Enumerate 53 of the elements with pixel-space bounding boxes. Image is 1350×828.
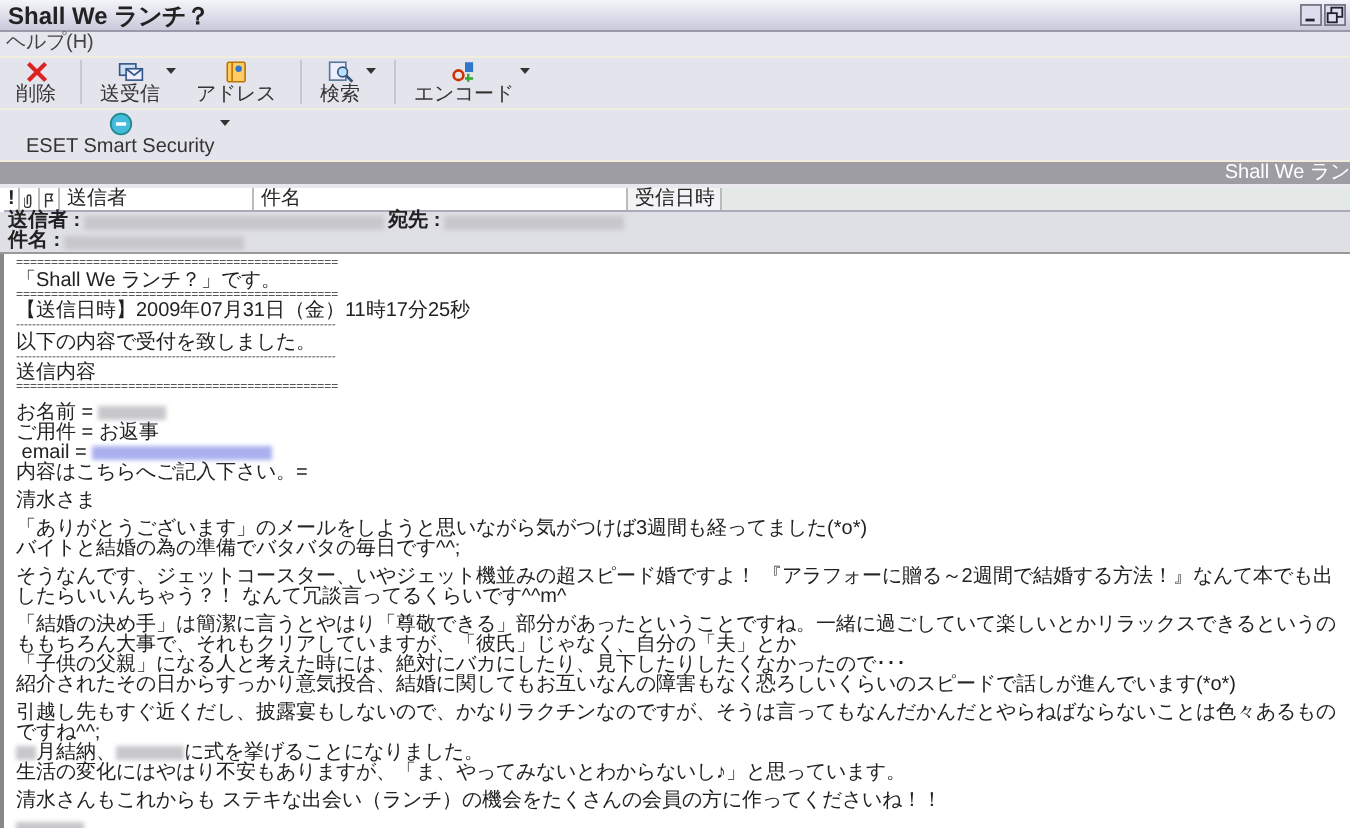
body-text: 月結納、 bbox=[36, 743, 116, 763]
header-label: 件名 : bbox=[8, 232, 61, 252]
redacted-text bbox=[16, 746, 36, 760]
paperclip-icon bbox=[24, 191, 35, 207]
caret-icon[interactable] bbox=[366, 68, 376, 74]
toolbar-button[interactable]: 送受信 bbox=[90, 60, 186, 106]
toolbar-button[interactable]: エンコード bbox=[404, 60, 540, 106]
body-text: 紹介されたその日からすっかり意気投合、結婚に関してもお互いなんの障害もなく恐ろしいくらいのスピードで話しが進んでいます(*o*) bbox=[16, 673, 1237, 695]
column-header[interactable] bbox=[20, 188, 41, 210]
toolbar-button[interactable]: アドレス bbox=[186, 60, 292, 106]
close-icon bbox=[23, 60, 49, 84]
header-label: 宛先 : bbox=[388, 212, 441, 232]
column-header[interactable]: 件名 bbox=[254, 188, 629, 210]
body-text: 「子供の父親」になる人と考えた時には、絶対にバカにしたり、見下したりしたくなかったので･･･ bbox=[16, 653, 906, 675]
column-header[interactable] bbox=[40, 188, 61, 210]
body-text: 「ありがとうございます」のメールをしようと思いながら気がつけば3週間も経ってました(*o*) bbox=[16, 517, 868, 539]
toolbar-button[interactable]: 削除 bbox=[6, 60, 72, 106]
preview-title: Shall We ラン bbox=[1224, 162, 1350, 184]
body-text: 内容はこちらへご記入下さい。= bbox=[16, 461, 308, 483]
body-text: 清水さんもこれからも ステキな出会い（ランチ）の機会をたくさんの会員の方に作ってくださいね！！ bbox=[16, 789, 942, 811]
flag-icon bbox=[44, 191, 55, 207]
body-text: 「結婚の決め手」は簡潔に言うとやはり「尊敬できる」部分があったということですね。一緒に過ごしていて楽しいとかリラックスできるというのももちろん大事で、それもクリアしていますが、「彼氏」じゃなく、自分の「夫」とか bbox=[16, 613, 1336, 655]
body-text: email = bbox=[21, 443, 89, 463]
minimize-icon[interactable] bbox=[1300, 4, 1322, 26]
redacted-text bbox=[116, 746, 184, 760]
toolbar-button[interactable]: ESET Smart Security bbox=[16, 112, 241, 158]
body-text: 「Shall We ランチ？」です。 bbox=[16, 269, 282, 291]
toolbar-button[interactable]: 検索 bbox=[310, 60, 386, 106]
search-icon bbox=[327, 60, 353, 84]
caret-icon[interactable] bbox=[520, 68, 530, 74]
column-header[interactable]: 送信者 bbox=[60, 188, 255, 210]
body-text: 送信内容 bbox=[16, 362, 96, 384]
body-text: そうなんです、ジェットコースター、いやジェット機並みの超スピード婚ですよ！ 『アラフォーに贈る～2週間で結婚する方法！』なんて本でも出したらいいんちゃう？！ なんて冗談言ってるくらいです^^m^ bbox=[16, 565, 1333, 607]
window-title: Shall We ランチ？ bbox=[8, 1, 211, 29]
body-text: お名前 = bbox=[16, 403, 96, 423]
column-header[interactable]: 受信日時 bbox=[628, 188, 723, 210]
body-text: ご用件 = お返事 bbox=[16, 421, 159, 443]
body-text: 【送信日時】2009年07月31日（金）11時17分25秒 bbox=[16, 300, 471, 322]
caret-icon[interactable] bbox=[220, 120, 231, 126]
body-text: 引越し先もすぐ近くだし、披露宴もしないので、かなりラクチンなのですが、そうは言ってもなんだかんだとやらねばならないことは色々あるものですね^^; bbox=[16, 701, 1336, 743]
body-text: バイトと結婚の為の準備でバタバタの毎日です^^; bbox=[16, 537, 461, 559]
body-text: 清水さま bbox=[16, 489, 96, 511]
restore-icon[interactable] bbox=[1324, 4, 1346, 26]
address-book-icon bbox=[223, 60, 249, 84]
caret-icon[interactable] bbox=[166, 68, 176, 74]
body-text: に式を挙げることになりました。 bbox=[184, 743, 484, 763]
body-text: 生活の変化にはやはり不安もありますが、「ま、やってみないとわからないし♪」と思っています。 bbox=[16, 761, 906, 783]
envelopes-icon bbox=[117, 60, 143, 84]
redacted-text bbox=[98, 406, 167, 420]
header-label: 送信者 : bbox=[8, 212, 81, 232]
menu-item[interactable]: ヘルプ(H) bbox=[6, 32, 94, 56]
body-text: 以下の内容で受付を致しました。 bbox=[16, 331, 316, 353]
column-header[interactable]: ! bbox=[4, 188, 21, 210]
